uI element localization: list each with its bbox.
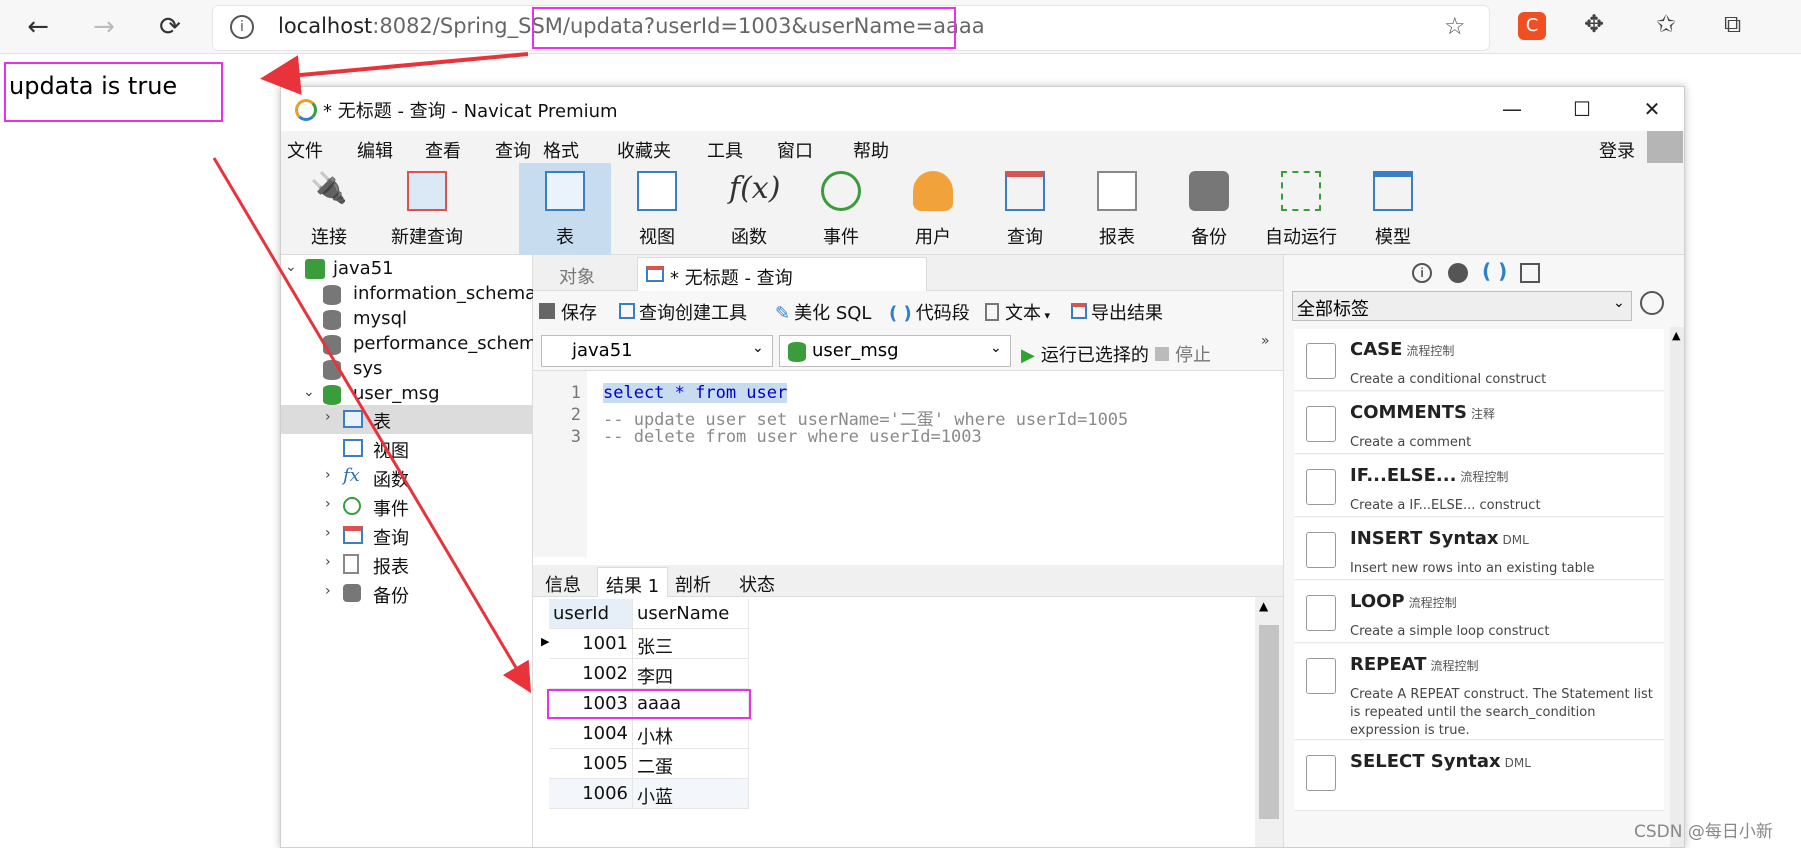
arrow-url-to-response (260, 52, 529, 95)
watermark-text: CSDN @每日小新 (1634, 822, 1773, 842)
arrow-response-to-row (212, 157, 532, 694)
annotation-arrows (212, 52, 532, 694)
